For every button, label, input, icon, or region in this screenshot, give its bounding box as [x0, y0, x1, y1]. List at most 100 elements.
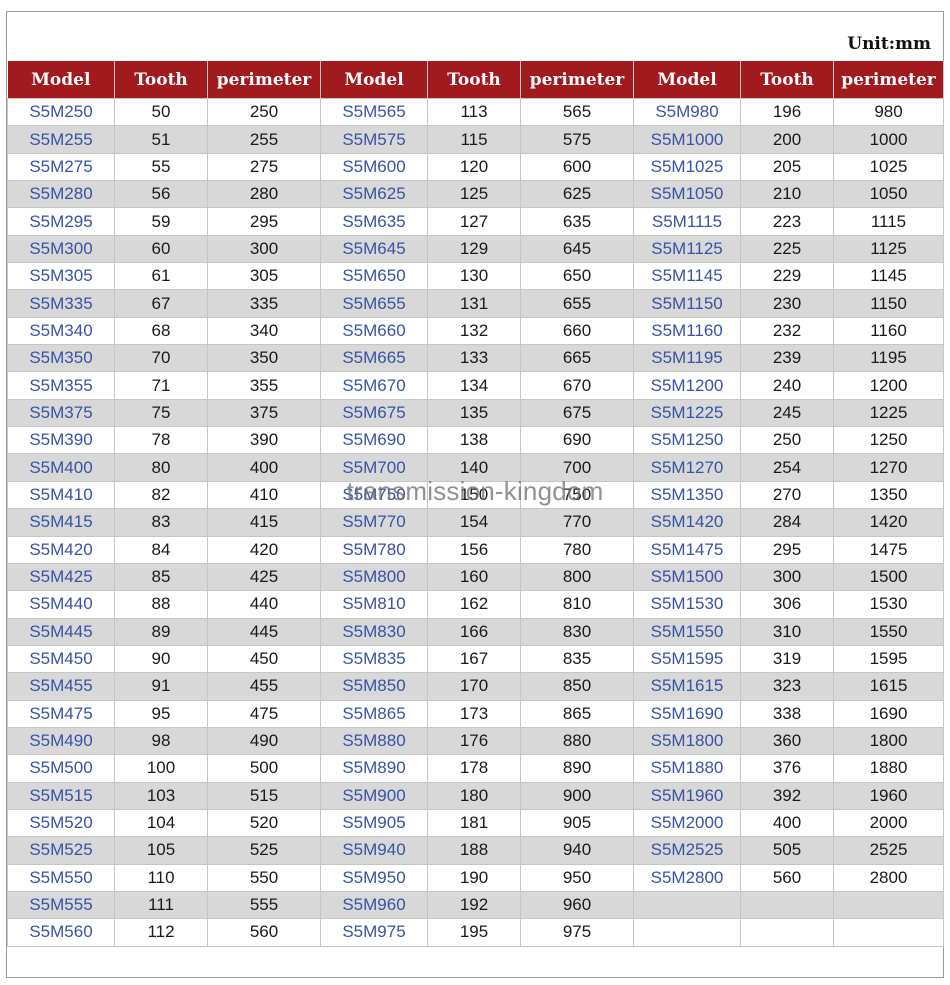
cell-perimeter: 1500 [833, 562, 944, 592]
cell-perimeter: 455 [207, 672, 321, 701]
cell-perimeter: 2525 [833, 836, 944, 865]
cell-model: S5M1150 [633, 289, 741, 318]
cell-tooth: 162 [427, 590, 521, 619]
cell-perimeter: 560 [207, 918, 321, 947]
cell-perimeter: 890 [520, 754, 634, 783]
cell-tooth: 210 [740, 180, 834, 209]
cell-model: S5M675 [320, 398, 428, 428]
unit-label: Unit:mm [847, 34, 931, 54]
table-row: S5M295 59 295 S5M635 127 635 S5M1115 223 1115 [7, 207, 944, 236]
cell-model: S5M1350 [633, 480, 741, 510]
cell-tooth: 60 [114, 234, 208, 264]
cell-model: S5M670 [320, 371, 428, 400]
cell-perimeter: 865 [520, 699, 634, 728]
cell-tooth: 188 [427, 836, 521, 865]
cell-perimeter: 750 [520, 480, 634, 510]
cell-model: S5M575 [320, 125, 428, 154]
cell-model: S5M1115 [633, 207, 741, 236]
cell-perimeter: 810 [520, 590, 634, 619]
cell-perimeter: 1690 [833, 699, 944, 728]
cell-tooth: 110 [114, 863, 208, 892]
table-row: S5M390 78 390 S5M690 138 690 S5M1250 250 1250 [7, 426, 944, 455]
cell-perimeter: 515 [207, 781, 321, 810]
cell-perimeter: 490 [207, 726, 321, 756]
cell-tooth: 225 [740, 234, 834, 264]
cell-tooth: 132 [427, 316, 521, 346]
cell-model: S5M525 [7, 836, 115, 865]
cell-tooth: 232 [740, 316, 834, 346]
cell-model: S5M555 [7, 890, 115, 920]
cell-model: S5M900 [320, 781, 428, 810]
cell-tooth: 130 [427, 262, 521, 291]
cell-perimeter: 1150 [833, 289, 944, 318]
cell-model: S5M770 [320, 508, 428, 537]
cell-tooth: 150 [427, 480, 521, 510]
cell-tooth: 245 [740, 398, 834, 428]
cell-perimeter: 500 [207, 754, 321, 783]
cell-model: S5M890 [320, 754, 428, 783]
cell-model: S5M1420 [633, 508, 741, 537]
cell-tooth: 230 [740, 289, 834, 318]
cell-tooth: 239 [740, 344, 834, 373]
cell-model: S5M980 [633, 97, 741, 127]
cell-tooth: 115 [427, 125, 521, 154]
cell-model: S5M560 [7, 918, 115, 947]
cell-model: S5M975 [320, 918, 428, 947]
cell-perimeter: 1550 [833, 617, 944, 646]
cell-tooth: 200 [740, 125, 834, 154]
cell-perimeter: 1000 [833, 125, 944, 154]
cell-model: S5M780 [320, 535, 428, 564]
cell-perimeter: 800 [520, 562, 634, 592]
cell-perimeter: 975 [520, 918, 634, 947]
cell-tooth: 70 [114, 344, 208, 373]
cell-model: S5M445 [7, 617, 115, 646]
table-row: S5M450 90 450 S5M835 167 835 S5M1595 319 1595 [7, 644, 944, 674]
cell-tooth: 195 [427, 918, 521, 947]
cell-perimeter: 1250 [833, 426, 944, 455]
cell-tooth: 284 [740, 508, 834, 537]
cell-perimeter: 660 [520, 316, 634, 346]
cell-model: S5M305 [7, 262, 115, 291]
cell-model: S5M335 [7, 289, 115, 318]
cell-model: S5M750 [320, 480, 428, 510]
cell-tooth: 68 [114, 316, 208, 346]
cell-tooth: 376 [740, 754, 834, 783]
cell-tooth: 338 [740, 699, 834, 728]
cell-tooth: 134 [427, 371, 521, 400]
cell-model: S5M1690 [633, 699, 741, 728]
cell-perimeter: 275 [207, 152, 321, 182]
cell-model: S5M1550 [633, 617, 741, 646]
cell-perimeter: 635 [520, 207, 634, 236]
cell-perimeter: 445 [207, 617, 321, 646]
cell-perimeter: 425 [207, 562, 321, 592]
cell-model [633, 890, 741, 920]
cell-tooth: 250 [740, 426, 834, 455]
cell-perimeter: 1800 [833, 726, 944, 756]
cell-perimeter: 1530 [833, 590, 944, 619]
table-row: S5M515 103 515 S5M900 180 900 S5M1960 392 1960 [7, 781, 944, 810]
cell-tooth: 98 [114, 726, 208, 756]
cell-perimeter: 2800 [833, 863, 944, 892]
table-row: S5M375 75 375 S5M675 135 675 S5M1225 245 1225 [7, 398, 944, 428]
cell-tooth: 129 [427, 234, 521, 264]
cell-model: S5M500 [7, 754, 115, 783]
cell-tooth: 192 [427, 890, 521, 920]
cell-tooth: 83 [114, 508, 208, 537]
cell-tooth: 88 [114, 590, 208, 619]
cell-model: S5M940 [320, 836, 428, 865]
cell-tooth: 140 [427, 453, 521, 482]
cell-model: S5M1025 [633, 152, 741, 182]
cell-model: S5M1125 [633, 234, 741, 264]
cell-tooth: 80 [114, 453, 208, 482]
cell-perimeter: 400 [207, 453, 321, 482]
cell-tooth: 167 [427, 644, 521, 674]
cell-tooth: 323 [740, 672, 834, 701]
cell-model: S5M415 [7, 508, 115, 537]
cell-model: S5M865 [320, 699, 428, 728]
cell-tooth: 392 [740, 781, 834, 810]
cell-perimeter: 350 [207, 344, 321, 373]
cell-perimeter: 780 [520, 535, 634, 564]
cell-model: S5M1050 [633, 180, 741, 209]
cell-perimeter: 940 [520, 836, 634, 865]
cell-perimeter: 700 [520, 453, 634, 482]
